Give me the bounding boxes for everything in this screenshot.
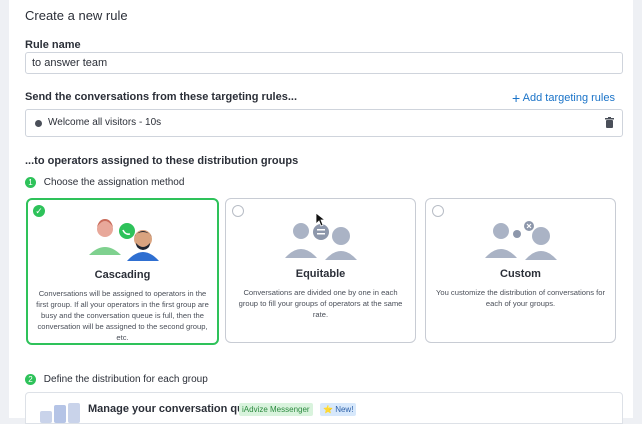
add-targeting-rules-label: Add targeting rules (522, 92, 615, 104)
targeting-rule-item[interactable]: Welcome all visitors - 10s (25, 109, 623, 137)
method-desc-cascading: Conversations will be assigned to operat… (36, 289, 209, 342)
add-targeting-rules-button[interactable]: + Add targeting rules (512, 90, 615, 106)
method-title-custom: Custom (500, 268, 541, 280)
method-desc-equitable: Conversations are divided one by one in … (238, 288, 403, 319)
page-title: Create a new rule (25, 8, 128, 23)
cascading-illustration-icon (88, 219, 159, 261)
step-1-number: 1 (25, 177, 36, 188)
conversation-queues-banner: Manage your conversation queues iAdvize … (25, 392, 623, 424)
plus-icon: + (512, 90, 521, 106)
targeting-rule-label: Welcome all visitors - 10s (48, 117, 162, 128)
step-1-label: Choose the assignation method (43, 177, 185, 189)
queue-illustration-icon (40, 403, 80, 423)
new-badge: ⭐ New! (320, 403, 357, 416)
check-icon: ✓ (33, 205, 45, 217)
method-desc-custom: You customize the distribution of conver… (436, 288, 605, 308)
rule-name-label: Rule name (25, 39, 81, 51)
rule-name-input[interactable]: to answer team (25, 52, 623, 74)
trash-icon[interactable] (605, 117, 614, 128)
star-icon: ⭐ (323, 405, 333, 414)
method-title-equitable: Equitable (295, 268, 346, 280)
step-2: 2 Define the distribution for each group (25, 374, 208, 385)
step-2-label: Define the distribution for each group (43, 374, 208, 386)
rule-form-panel: Create a new rule Rule name to answer te… (9, 0, 633, 424)
new-badge-label: New! (335, 405, 354, 414)
custom-illustration-icon (484, 221, 557, 260)
chat-bubble-icon (35, 120, 42, 127)
mouse-pointer-icon (316, 213, 326, 227)
radio-button[interactable] (232, 205, 244, 217)
step-2-number: 2 (25, 374, 36, 385)
method-card-custom[interactable]: Custom You customize the distribution of… (425, 198, 616, 343)
messenger-badge: iAdvize Messenger (239, 403, 313, 416)
distribution-label: ...to operators assigned to these distri… (25, 155, 299, 167)
step-1: 1 Choose the assignation method (25, 177, 184, 188)
method-title-cascading: Cascading (94, 269, 151, 281)
targeting-label: Send the conversations from these target… (25, 91, 298, 103)
radio-button[interactable] (432, 205, 444, 217)
method-card-cascading[interactable]: ✓ Cascading Conversations will be assign… (26, 198, 219, 345)
